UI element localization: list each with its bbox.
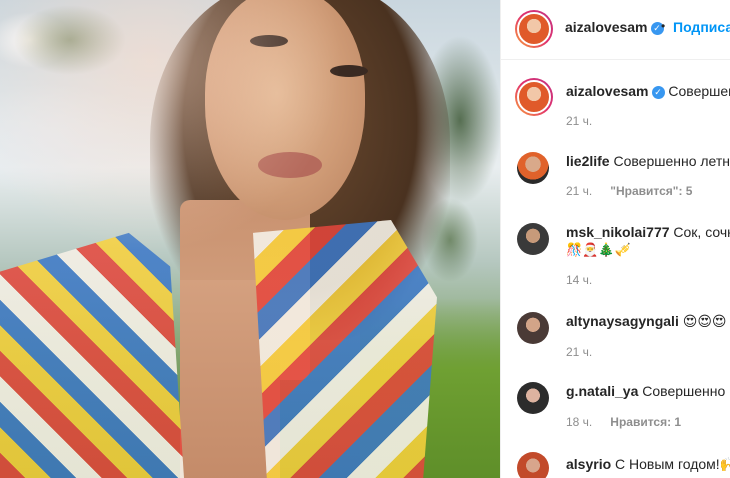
separator-dot: • — [661, 19, 666, 33]
face — [205, 0, 365, 220]
comment-meta: 18 ч. Нравится: 1 — [566, 415, 681, 429]
follow-button[interactable]: Подписат — [673, 19, 730, 35]
commenter-avatar[interactable] — [517, 312, 549, 344]
comment-username[interactable]: g.natali_ya — [566, 383, 638, 399]
comment-body: Сок, сочно — [673, 224, 730, 240]
caption-body: Совершенно — [668, 83, 730, 99]
comment-time: 21 ч. — [566, 184, 593, 198]
comment-emoji-line: 🎊🎅🎄🎺 — [566, 242, 631, 257]
comment-username[interactable]: altynaysagyngali — [566, 313, 679, 329]
comment-text: lie2life Совершенно летня — [566, 153, 730, 169]
comments-panel: aizalovesam✓ • Подписат aizalovesam✓ Сов… — [500, 0, 730, 478]
comment-username[interactable]: lie2life — [566, 153, 610, 169]
comment-likes[interactable]: Нравится: 1 — [610, 415, 681, 429]
caption-time: 21 ч. — [566, 114, 593, 128]
verified-badge-icon: ✓ — [651, 85, 665, 99]
author-avatar[interactable] — [515, 10, 553, 48]
commenter-avatar[interactable] — [517, 382, 549, 414]
comment-item: alsyrio С Новым годом!🙌 — [501, 450, 730, 478]
comment-time: 21 ч. — [566, 345, 593, 359]
comment-time: 14 ч. — [566, 273, 593, 287]
commenter-avatar[interactable] — [517, 152, 549, 184]
right-eye — [330, 65, 368, 77]
comment-body: 😍😍😍 — [682, 313, 727, 329]
comment-text: msk_nikolai777 Сок, сочно — [566, 224, 730, 240]
commenter-avatar[interactable] — [517, 452, 549, 478]
comment-item: altynaysagyngali 😍😍😍 21 ч. — [501, 308, 730, 368]
author-username[interactable]: aizalovesam ✓ — [565, 19, 664, 35]
comment-username[interactable]: msk_nikolai777 — [566, 224, 670, 240]
comment-time: 18 ч. — [566, 415, 593, 429]
comment-item: g.natali_ya Совершенно кр 18 ч. Нравится:… — [501, 378, 730, 438]
left-eye — [250, 35, 288, 47]
palm-leaves — [0, 0, 140, 140]
commenter-avatar[interactable] — [517, 223, 549, 255]
caption: aizalovesam✓ Совершенно 21 ч. — [501, 74, 730, 134]
post-header: aizalovesam✓ • Подписат — [501, 0, 730, 60]
comment-body: Совершенно кр — [642, 383, 730, 399]
caption-text: aizalovesam✓ Совершенно — [566, 83, 730, 99]
caption-username[interactable]: aizalovesam — [566, 83, 649, 99]
caption-avatar[interactable] — [515, 78, 553, 116]
comment-text: g.natali_ya Совершенно кр — [566, 383, 730, 399]
comment-item: msk_nikolai777 Сок, сочно 🎊🎅🎄🎺 14 ч. — [501, 220, 730, 294]
comment-text: alsyrio С Новым годом!🙌 — [566, 456, 730, 473]
post-photo[interactable] — [0, 0, 500, 478]
comment-body: Совершенно летня — [613, 153, 730, 169]
comment-item: lie2life Совершенно летня 21 ч. "Нравится… — [501, 146, 730, 206]
lips — [258, 152, 322, 178]
comment-meta: 21 ч. "Нравится": 5 — [566, 184, 692, 198]
comment-likes[interactable]: "Нравится": 5 — [610, 184, 692, 198]
comment-body: С Новым годом!🙌 — [615, 456, 730, 472]
comment-username[interactable]: alsyrio — [566, 456, 611, 472]
comment-text: altynaysagyngali 😍😍😍 — [566, 313, 727, 330]
